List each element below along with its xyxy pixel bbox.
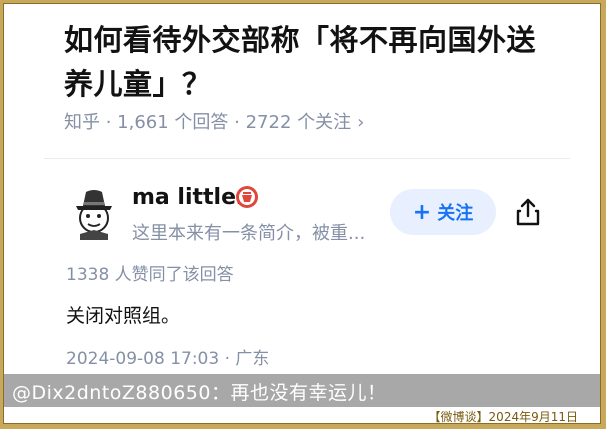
watermark-overlay-bar: @Dix2dntoZ880650：再也没有幸运儿！	[4, 374, 600, 407]
follow-button[interactable]: + 关注	[390, 189, 496, 235]
question-title[interactable]: 如何看待外交部称「将不再向国外送养儿童」？	[64, 18, 564, 106]
creator-badge-icon	[236, 186, 258, 208]
avatar[interactable]	[66, 184, 122, 240]
author-bio: 这里本来有一条简介，被重...	[132, 223, 366, 244]
screenshot-frame: 如何看待外交部称「将不再向国外送养儿童」？ 知乎 · 1,661 个回答 · 2…	[3, 3, 601, 424]
author-name[interactable]: ma littler	[132, 185, 247, 210]
plus-icon: +	[412, 199, 432, 225]
follow-label: 关注	[437, 203, 474, 224]
source-label: 知乎	[64, 112, 100, 133]
answer-location: 广东	[235, 349, 270, 369]
answer-meta: 2024-09-08 17:03 · 广东	[66, 349, 270, 369]
question-meta[interactable]: 知乎 · 1,661 个回答 · 2722 个关注 ›	[64, 108, 364, 134]
chevron-right-icon: ›	[357, 112, 365, 133]
followers-count: 2722 个关注	[245, 112, 352, 133]
answers-count: 1,661 个回答	[117, 112, 229, 133]
answer-date: 2024-09-08 17:03	[66, 349, 220, 369]
answer-content[interactable]: 关闭对照组。	[66, 301, 180, 328]
footer-tag: 【微博谈】2024年9月11日	[428, 410, 578, 424]
upvotes-count: 1338 人赞同了该回答	[66, 265, 234, 285]
overlay-comment: @Dix2dntoZ880650：再也没有幸运儿！	[12, 382, 387, 404]
share-icon[interactable]	[512, 196, 544, 228]
divider	[44, 158, 570, 159]
